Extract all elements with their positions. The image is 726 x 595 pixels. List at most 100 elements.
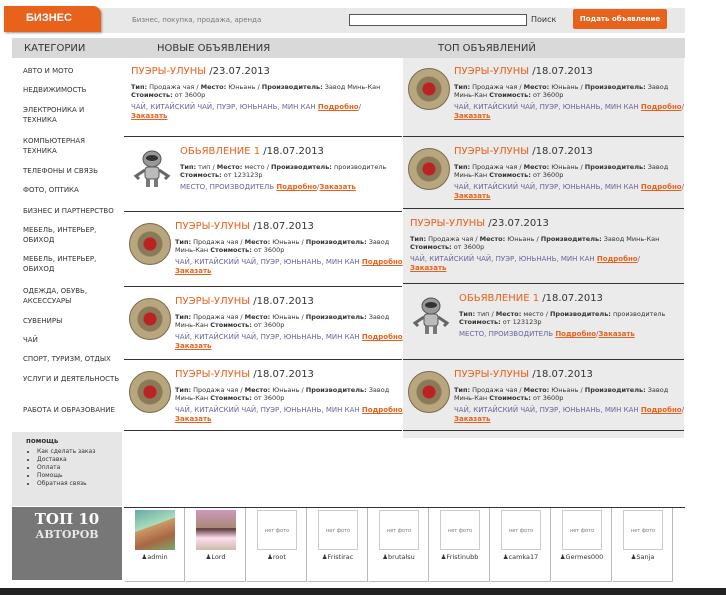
author-card[interactable]: нет фото ♟Germes000 bbox=[552, 508, 612, 582]
ad-name[interactable]: ПУЭРЫ-УЛУНЫ bbox=[410, 218, 485, 229]
more-link[interactable]: Подробно bbox=[641, 406, 682, 414]
author-name[interactable]: ♟Lord bbox=[186, 553, 245, 561]
author-name[interactable]: ♟Germes000 bbox=[552, 553, 611, 561]
author-name[interactable]: ♟brutalsu bbox=[369, 553, 428, 561]
category-link[interactable]: ЧАЙ bbox=[23, 335, 120, 345]
tea-thumbnail[interactable] bbox=[129, 298, 171, 340]
order-link[interactable]: Заказать bbox=[175, 342, 211, 350]
author-photo[interactable]: нет фото bbox=[501, 510, 541, 550]
author-card[interactable]: нет фото ♟camka17 bbox=[491, 508, 551, 582]
category-link[interactable]: ОДЕЖДА, ОБУВЬ, АКСЕССУАРЫ bbox=[23, 286, 120, 306]
order-link[interactable]: Заказать bbox=[454, 112, 490, 120]
ad-title[interactable]: ОБЬЯВЛЕНИЕ 1 /18.07.2013 bbox=[180, 146, 324, 157]
search-button[interactable]: Поиск bbox=[531, 15, 556, 24]
author-username[interactable]: Fristinubb bbox=[446, 553, 478, 561]
ad-name[interactable]: ПУЭРЫ-УЛУНЫ bbox=[175, 296, 250, 307]
author-photo[interactable] bbox=[135, 510, 175, 550]
author-card[interactable]: нет фото ♟Fristirac bbox=[308, 508, 368, 582]
author-username[interactable]: Sanja bbox=[636, 553, 654, 561]
ad-name[interactable]: ОБЬЯВЛЕНИЕ 1 bbox=[459, 293, 539, 304]
ad-name[interactable]: ОБЬЯВЛЕНИЕ 1 bbox=[180, 146, 260, 157]
more-link[interactable]: Подробно bbox=[597, 255, 638, 263]
author-username[interactable]: admin bbox=[147, 553, 167, 561]
author-username[interactable]: camka17 bbox=[509, 553, 539, 561]
order-link[interactable]: Заказать bbox=[175, 415, 211, 423]
author-name[interactable]: ♟camka17 bbox=[491, 553, 550, 561]
category-link[interactable]: СПОРТ, ТУРИЗМ, ОТДЫХ bbox=[23, 354, 120, 364]
author-username[interactable]: root bbox=[273, 553, 286, 561]
ad-name[interactable]: ПУЭРЫ-УЛУНЫ bbox=[175, 221, 250, 232]
ad-title[interactable]: ПУЭРЫ-УЛУНЫ /18.07.2013 bbox=[454, 66, 593, 77]
ad-title[interactable]: ПУЭРЫ-УЛУНЫ /18.07.2013 bbox=[175, 369, 314, 380]
add-ad-button[interactable]: Подать объявление bbox=[573, 9, 667, 29]
author-username[interactable]: brutalsu bbox=[388, 553, 415, 561]
author-name[interactable]: ♟root bbox=[247, 553, 306, 561]
author-name[interactable]: ♟Fristirac bbox=[308, 553, 367, 561]
author-photo[interactable]: нет фото bbox=[623, 510, 663, 550]
help-link[interactable]: Оплата bbox=[37, 464, 122, 472]
help-link[interactable]: Обратная связь bbox=[37, 480, 122, 488]
category-link[interactable]: МЕБЕЛЬ, ИНТЕРЬЕР, ОБИХОД bbox=[23, 225, 120, 245]
site-logo[interactable]: БИЗНЕС bbox=[4, 6, 101, 32]
more-link[interactable]: Подробно bbox=[362, 258, 403, 266]
author-card[interactable]: ♟Lord bbox=[186, 508, 246, 582]
more-link[interactable]: Подробно bbox=[276, 183, 317, 191]
category-link[interactable]: НЕДВИЖИМОСТЬ bbox=[23, 85, 120, 95]
ad-name[interactable]: ПУЭРЫ-УЛУНЫ bbox=[454, 369, 529, 380]
tea-thumbnail[interactable] bbox=[408, 148, 450, 190]
category-link[interactable]: ЭЛЕКТРОНИКА И ТЕХНИКА bbox=[23, 105, 120, 125]
author-name[interactable]: ♟admin bbox=[125, 553, 184, 561]
more-link[interactable]: Подробно bbox=[641, 183, 682, 191]
author-card[interactable]: нет фото ♟Sanja bbox=[613, 508, 673, 582]
author-photo[interactable]: нет фото bbox=[440, 510, 480, 550]
category-link[interactable]: ФОТО, ОПТИКА bbox=[23, 185, 120, 195]
more-link[interactable]: Подробно bbox=[555, 330, 596, 338]
ad-name[interactable]: ПУЭРЫ-УЛУНЫ bbox=[131, 66, 206, 77]
author-username[interactable]: Fristirac bbox=[328, 553, 354, 561]
ad-name[interactable]: ПУЭРЫ-УЛУНЫ bbox=[454, 146, 529, 157]
search-input[interactable] bbox=[349, 14, 527, 26]
author-photo[interactable]: нет фото bbox=[257, 510, 297, 550]
author-photo[interactable]: нет фото bbox=[318, 510, 358, 550]
ad-title[interactable]: ПУЭРЫ-УЛУНЫ /18.07.2013 bbox=[175, 221, 314, 232]
ad-name[interactable]: ПУЭРЫ-УЛУНЫ bbox=[454, 66, 529, 77]
order-link[interactable]: Заказать bbox=[454, 415, 490, 423]
order-link[interactable]: Заказать bbox=[454, 192, 490, 200]
author-card[interactable]: нет фото ♟Fristinubb bbox=[430, 508, 490, 582]
help-link[interactable]: Помощь bbox=[37, 472, 122, 480]
ad-title[interactable]: ПУЭРЫ-УЛУНЫ /23.07.2013 bbox=[131, 66, 270, 77]
author-card[interactable]: ♟admin bbox=[125, 508, 185, 582]
more-link[interactable]: Подробно bbox=[362, 406, 403, 414]
category-link[interactable]: БИЗНЕС И ПАРТНЕРСТВО bbox=[23, 206, 120, 216]
tea-thumbnail[interactable] bbox=[408, 371, 450, 413]
author-photo[interactable]: нет фото bbox=[562, 510, 602, 550]
help-link[interactable]: Как сделать заказ bbox=[37, 448, 122, 456]
tea-thumbnail[interactable] bbox=[129, 223, 171, 265]
category-link[interactable]: ТЕЛЕФОНЫ И СВЯЗЬ bbox=[23, 166, 120, 176]
tea-thumbnail[interactable] bbox=[408, 68, 450, 110]
category-link[interactable]: СУВЕНИРЫ bbox=[23, 316, 120, 326]
help-link[interactable]: Доставка bbox=[37, 456, 122, 464]
category-link[interactable]: АВТО И МОТО bbox=[23, 66, 120, 76]
author-name[interactable]: ♟Sanja bbox=[613, 553, 672, 561]
author-photo[interactable]: нет фото bbox=[379, 510, 419, 550]
tea-thumbnail[interactable] bbox=[129, 371, 171, 413]
category-link[interactable]: РАБОТА И ОБРАЗОВАНИЕ bbox=[23, 405, 120, 415]
author-username[interactable]: Germes000 bbox=[566, 553, 604, 561]
more-link[interactable]: Подробно bbox=[641, 103, 682, 111]
more-link[interactable]: Подробно bbox=[318, 103, 359, 111]
category-link[interactable]: МЕБЕЛЬ, ИНТЕРЬЕР, ОБИХОД bbox=[23, 254, 120, 274]
author-card[interactable]: нет фото ♟root bbox=[247, 508, 307, 582]
author-card[interactable]: нет фото ♟brutalsu bbox=[369, 508, 429, 582]
category-link[interactable]: КОМПЬЮТЕРНАЯ ТЕХНИКА bbox=[23, 136, 120, 156]
ad-name[interactable]: ПУЭРЫ-УЛУНЫ bbox=[175, 369, 250, 380]
ad-title[interactable]: ПУЭРЫ-УЛУНЫ /18.07.2013 bbox=[454, 146, 593, 157]
order-link[interactable]: Заказать bbox=[131, 112, 167, 120]
author-name[interactable]: ♟Fristinubb bbox=[430, 553, 489, 561]
ad-title[interactable]: ОБЬЯВЛЕНИЕ 1 /18.07.2013 bbox=[459, 293, 603, 304]
author-username[interactable]: Lord bbox=[211, 553, 225, 561]
robot-thumbnail[interactable] bbox=[130, 146, 174, 190]
order-link[interactable]: Заказать bbox=[175, 267, 211, 275]
order-link[interactable]: Заказать bbox=[598, 330, 634, 338]
robot-thumbnail[interactable] bbox=[409, 293, 453, 337]
